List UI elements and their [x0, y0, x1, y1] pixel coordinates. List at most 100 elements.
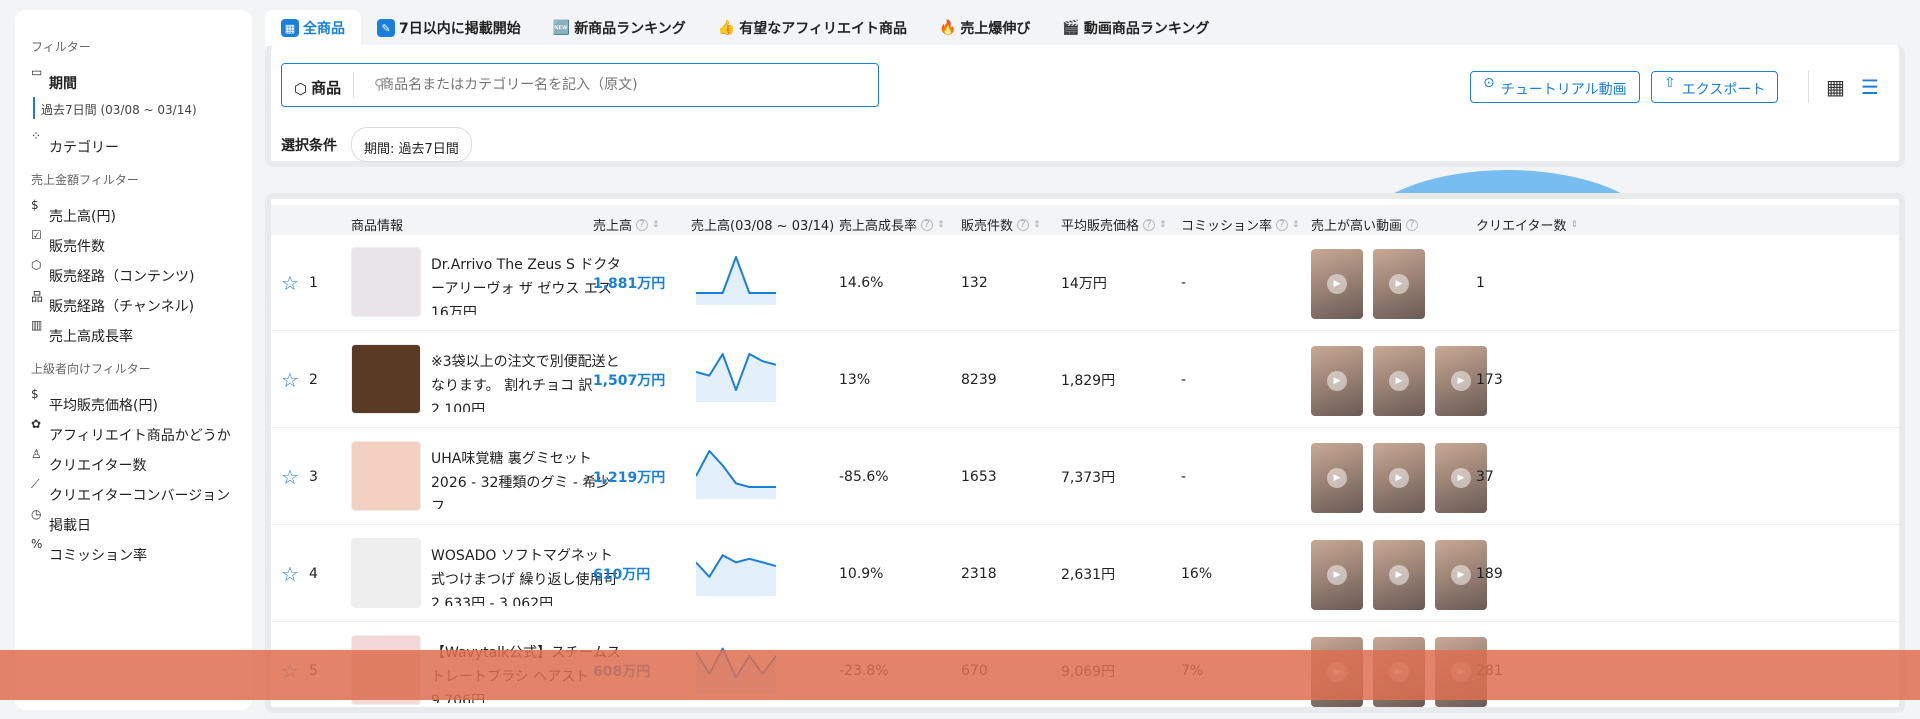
tab-3[interactable]: 👍 有望なアフィリエイト商品: [702, 10, 923, 46]
play-icon: ▶: [1327, 274, 1347, 294]
tab-4[interactable]: 🔥 売上爆伸び: [923, 10, 1046, 46]
sort-icon[interactable]: ⇕: [1033, 220, 1041, 230]
play-icon: ▶: [1451, 565, 1471, 585]
growth-rate: 10.9%: [839, 565, 884, 582]
video-thumbnail[interactable]: ▶: [1373, 443, 1425, 513]
category-icon: ⁘: [31, 129, 42, 143]
product-image[interactable]: [351, 344, 421, 414]
product-image[interactable]: [351, 247, 421, 317]
sort-icon[interactable]: ⇕: [652, 220, 660, 230]
tutorial-video-button[interactable]: ⊙ チュートリアル動画: [1470, 71, 1640, 103]
play-circle-icon: ⊙: [1483, 75, 1495, 91]
tab-1[interactable]: ✎ 7日以内に掲載開始: [361, 10, 537, 46]
product-image[interactable]: [351, 441, 421, 511]
help-icon[interactable]: ?: [1017, 218, 1030, 231]
filter-item[interactable]: $ 売上高(円): [31, 196, 236, 226]
favorite-star-icon[interactable]: ☆: [281, 368, 299, 392]
bag-icon: ☑: [31, 228, 42, 242]
filter-period[interactable]: ▭ 期間: [31, 63, 236, 93]
filter-item[interactable]: ▥ 売上高成長率: [31, 316, 236, 346]
table-row[interactable]: ☆ 3 UHA味覚糖 裏グミセット 2026 - 32種類のグミ - 希少フ8,…: [271, 429, 1899, 525]
hierarchy-icon: 品: [31, 290, 44, 304]
video-thumbnail[interactable]: ▶: [1373, 346, 1425, 416]
list-view-icon[interactable]: ☰: [1861, 75, 1879, 99]
play-icon: ▶: [1389, 468, 1409, 488]
favorite-star-icon[interactable]: ☆: [281, 465, 299, 489]
sort-icon[interactable]: ⇕: [1159, 220, 1167, 230]
filter-item[interactable]: % コミッション率: [31, 535, 236, 565]
play-icon: ▶: [1327, 468, 1347, 488]
table-row[interactable]: ☆ 1 Dr.Arrivo The Zeus S ドクターアリーヴォ ザ ゼウス…: [271, 235, 1899, 331]
column-header[interactable]: 売上が高い動画?: [1311, 215, 1419, 234]
help-icon[interactable]: ?: [1406, 218, 1419, 231]
video-thumbnail[interactable]: ▶: [1373, 540, 1425, 610]
column-header[interactable]: 売上高成長率? ⇕: [839, 215, 945, 234]
help-icon[interactable]: ?: [1276, 218, 1289, 231]
growth-rate: 13%: [839, 371, 871, 388]
filter-item[interactable]: ✿ アフィリエイト商品かどうか: [31, 415, 236, 445]
help-icon[interactable]: ?: [921, 218, 934, 231]
filter-item[interactable]: 品販売経路（チャンネル): [31, 286, 236, 316]
column-header[interactable]: コミッション率? ⇕: [1181, 215, 1300, 234]
table-row[interactable]: ☆ 4 WOSADO ソフトマグネット式つけまつげ 繰り返し使用可 2,633円 …: [271, 526, 1899, 622]
average-price: 14万円: [1061, 275, 1107, 292]
filter-category[interactable]: ⁘ カテゴリー: [31, 127, 236, 157]
condition-chip[interactable]: 期間: 過去7日間: [351, 127, 472, 162]
favorite-star-icon[interactable]: ☆: [281, 271, 299, 295]
grid-view-icon[interactable]: ▦: [1826, 75, 1845, 99]
favorite-star-icon[interactable]: ☆: [281, 562, 299, 586]
column-header[interactable]: 売上高(03/08 ~ 03/14) ⇕: [691, 215, 846, 234]
export-button[interactable]: ⇧ エクスポート: [1651, 71, 1779, 103]
video-thumbnail[interactable]: ▶: [1311, 540, 1363, 610]
tab-0[interactable]: ▦ 全商品: [265, 10, 361, 46]
filter-item[interactable]: ◷ 掲載日: [31, 505, 236, 535]
video-thumbnail[interactable]: ▶: [1311, 443, 1363, 513]
sales-count: 2318: [961, 565, 997, 582]
filter-item[interactable]: ⟋ クリエイターコンバージョン: [31, 475, 236, 505]
users-icon: ♙: [31, 447, 42, 461]
filter-item[interactable]: $ 平均販売価格(円): [31, 385, 236, 415]
period-value[interactable]: 過去7日間 (03/08 ~ 03/14): [33, 97, 236, 119]
play-icon: ▶: [1389, 565, 1409, 585]
box-icon: ⬡: [31, 258, 42, 272]
tab-bar: ▦ 全商品 ✎ 7日以内に掲載開始 🆕 新商品ランキング 👍 有望なアフィリエイト商品 🔥 売上爆…: [265, 10, 1225, 46]
column-header[interactable]: クリエイター数 ⇕: [1476, 215, 1578, 234]
column-header[interactable]: 平均販売価格? ⇕: [1061, 215, 1167, 234]
box-icon: ⬡: [294, 80, 308, 98]
creator-count: 189: [1476, 565, 1503, 582]
rank: 1: [309, 274, 318, 291]
play-icon: ▶: [1327, 565, 1347, 585]
help-icon[interactable]: ?: [636, 218, 649, 231]
filter-item[interactable]: ♙ クリエイター数: [31, 445, 236, 475]
rank: 4: [309, 565, 318, 582]
search-box[interactable]: ⬡ 商品 ⚲: [281, 63, 879, 107]
sort-icon[interactable]: ⇕: [1292, 220, 1300, 230]
table-row[interactable]: ☆ 2 ※3袋以上の注文で別便配送となります。 割れチョコ 訳 2,100円 1,…: [271, 332, 1899, 428]
tab-icon: 🆕: [552, 20, 571, 36]
badge-icon: ✿: [31, 417, 42, 431]
tab-2[interactable]: 🆕 新商品ランキング: [537, 10, 702, 46]
filter-item[interactable]: ☑ 販売件数: [31, 226, 236, 256]
search-panel: ⬡商品 ⚲ 選択条件 期間: 過去7日間 ⊙チュートリアル動画 ⇧エクスポート …: [265, 45, 1905, 167]
sales-value: 1,881万円: [593, 275, 666, 292]
filter-item[interactable]: ⬡ 販売経路（コンテンツ): [31, 256, 236, 286]
sort-icon[interactable]: ⇕: [937, 220, 945, 230]
average-price: 2,631円: [1061, 566, 1116, 583]
tab-icon: ✎: [377, 19, 395, 37]
search-scope[interactable]: ⬡ 商品: [282, 72, 355, 98]
creator-count: 37: [1476, 468, 1494, 485]
help-icon[interactable]: ?: [1143, 218, 1156, 231]
search-input[interactable]: [354, 77, 878, 93]
sales-filter-title: 売上金額フィルター: [31, 173, 139, 187]
sort-icon[interactable]: ⇕: [1570, 220, 1578, 230]
video-thumbnail[interactable]: ▶: [1311, 249, 1363, 319]
commission-rate: -: [1181, 468, 1187, 485]
video-thumbnail[interactable]: ▶: [1311, 346, 1363, 416]
column-header[interactable]: 売上高? ⇕: [593, 215, 660, 234]
tab-5[interactable]: 🎬 動画商品ランキング: [1046, 10, 1225, 46]
sales-count: 132: [961, 274, 988, 291]
product-image[interactable]: [351, 538, 421, 608]
video-thumbnail[interactable]: ▶: [1373, 249, 1425, 319]
filter-title: フィルター: [31, 40, 91, 54]
column-header[interactable]: 販売件数? ⇕: [961, 215, 1041, 234]
